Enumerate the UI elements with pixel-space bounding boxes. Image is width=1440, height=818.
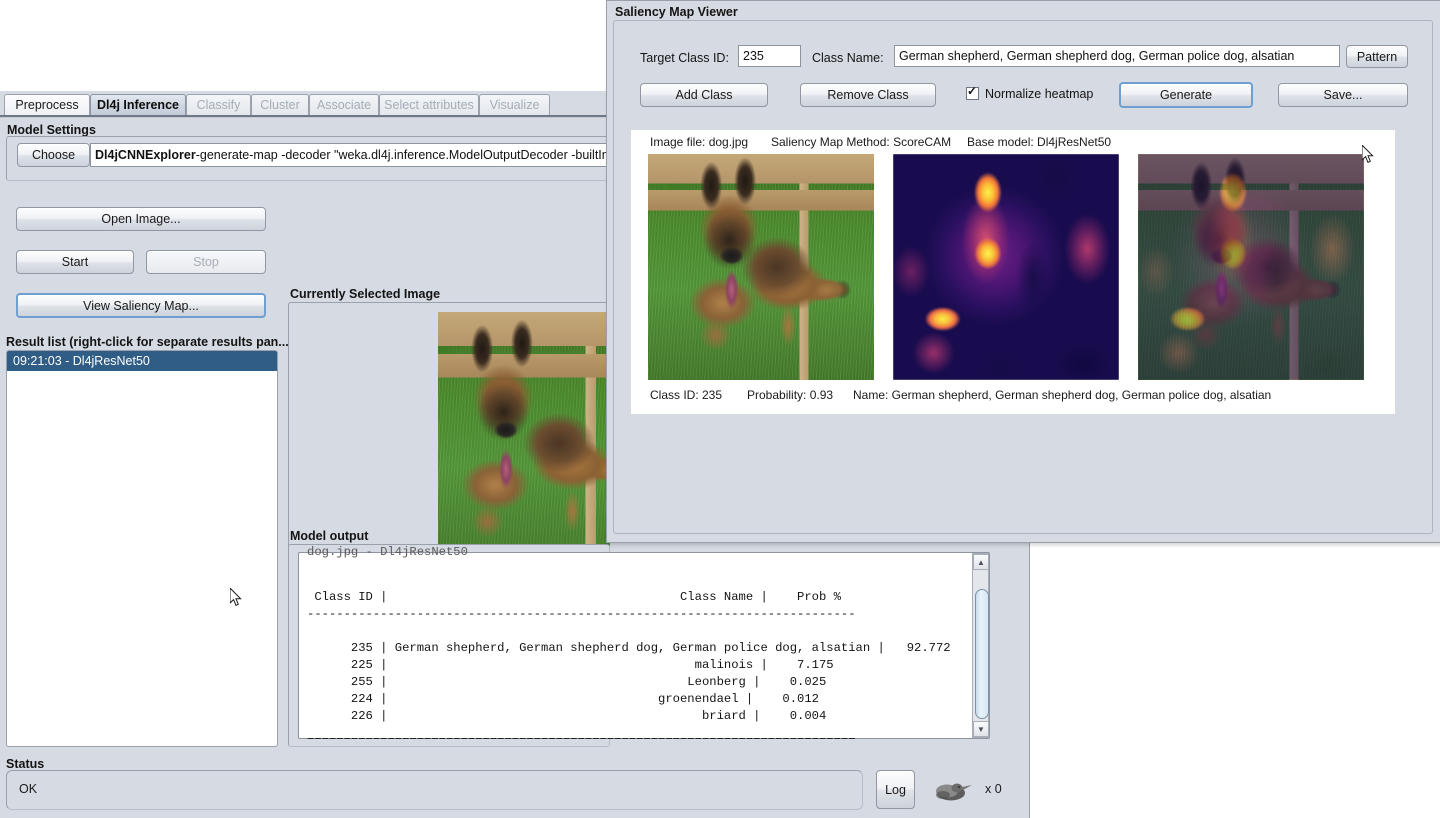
- model-output-clipped-line: dog.jpg - Dl4jResNet50: [307, 545, 468, 559]
- scroll-down-arrow[interactable]: ▼: [973, 721, 989, 737]
- view-saliency-map-button[interactable]: View Saliency Map...: [16, 293, 266, 318]
- remove-class-label: Remove Class: [827, 88, 909, 102]
- status-text: OK: [19, 782, 38, 796]
- heatmap-thumbnail: [893, 154, 1119, 380]
- tab-visualize: Visualize: [479, 94, 550, 115]
- scroll-up-arrow[interactable]: ▲: [973, 554, 989, 570]
- status-label: Status: [6, 757, 45, 771]
- model-command-field[interactable]: Dl4jCNNExplorer -generate-map -decoder "…: [90, 143, 610, 167]
- model-command-bold: Dl4jCNNExplorer: [95, 148, 196, 162]
- log-button-label: Log: [885, 782, 906, 797]
- bird-count-label: x 0: [985, 782, 1002, 796]
- model-output-line: Class ID | Class Name | Prob %: [307, 590, 841, 604]
- start-button[interactable]: Start: [16, 250, 134, 274]
- saliency-image-area: Image file: dog.jpg Saliency Map Method:…: [631, 130, 1395, 414]
- model-output-line: ========================================…: [307, 734, 856, 739]
- model-settings-label: Model Settings: [7, 123, 96, 137]
- choose-button-label: Choose: [31, 148, 76, 162]
- choose-button[interactable]: Choose: [17, 143, 90, 167]
- footer-probability: Probability: 0.93: [747, 388, 834, 402]
- save-label: Save...: [1323, 88, 1363, 102]
- start-label: Start: [61, 255, 89, 269]
- result-list-label: Result list (right-click for separate re…: [6, 335, 289, 349]
- open-image-button[interactable]: Open Image...: [16, 207, 266, 231]
- generate-button[interactable]: Generate: [1119, 82, 1253, 108]
- selected-image-thumbnail: [438, 312, 610, 574]
- normalize-heatmap-label: Normalize heatmap: [985, 87, 1094, 101]
- footer-class-name: Name: German shepherd, German shepherd d…: [853, 388, 1272, 402]
- tab-dl4j-inference-label: Dl4j Inference: [97, 98, 179, 112]
- saliency-window-title: Saliency Map Viewer: [615, 5, 738, 19]
- remove-class-button[interactable]: Remove Class: [800, 83, 936, 107]
- pattern-button[interactable]: Pattern: [1346, 45, 1408, 68]
- pattern-button-label: Pattern: [1356, 49, 1398, 64]
- check-icon: ✓: [967, 84, 978, 98]
- scrollbar-thumb[interactable]: [975, 589, 989, 719]
- selected-image-label: Currently Selected Image: [290, 287, 441, 301]
- model-output-line: 255 | Leonberg | 0.025: [307, 675, 827, 689]
- tab-preprocess-label: Preprocess: [15, 98, 79, 112]
- model-output-line: 226 | briard | 0.004: [307, 709, 827, 723]
- log-button[interactable]: Log: [876, 770, 915, 809]
- tab-classify-label: Classify: [196, 98, 241, 112]
- stop-label: Stop: [193, 255, 219, 269]
- saliency-method-meta: Saliency Map Method: ScoreCAM: [771, 135, 952, 149]
- saliency-window-body: Target Class ID: 235 Class Name: German …: [613, 20, 1433, 534]
- tab-dl4j-inference[interactable]: Dl4j Inference: [90, 94, 186, 115]
- tab-select-attributes: Select attributes: [379, 94, 479, 115]
- list-item[interactable]: 09:21:03 - Dl4jResNet50: [7, 351, 277, 371]
- generate-label: Generate: [1159, 88, 1213, 102]
- model-output-line: ----------------------------------------…: [307, 607, 856, 621]
- open-image-label: Open Image...: [101, 212, 181, 226]
- saliency-map-viewer-window: Saliency Map Viewer Target Class ID: 235…: [606, 0, 1440, 543]
- model-output-scrollbar[interactable]: ▲ ▼: [972, 553, 989, 738]
- stop-button: Stop: [146, 250, 266, 274]
- model-output-textarea[interactable]: dog.jpg - Dl4jResNet50 Class ID | Class …: [298, 545, 990, 739]
- class-name-label: Class Name:: [812, 51, 884, 65]
- tab-cluster: Cluster: [251, 94, 309, 115]
- target-class-id-input[interactable]: 235: [738, 45, 801, 67]
- target-class-id-value: 235: [743, 49, 764, 63]
- target-class-id-label: Target Class ID:: [640, 51, 729, 65]
- add-class-button[interactable]: Add Class: [640, 83, 768, 107]
- image-file-meta: Image file: dog.jpg: [650, 135, 749, 149]
- add-class-label: Add Class: [675, 88, 733, 102]
- weka-bird-icon: [931, 779, 977, 803]
- tab-associate-label: Associate: [316, 98, 372, 112]
- tab-select-attributes-label: Select attributes: [384, 98, 474, 112]
- tab-visualize-label: Visualize: [489, 98, 540, 112]
- class-name-value: German shepherd, German shepherd dog, Ge…: [899, 49, 1295, 63]
- status-bar: OK: [6, 770, 863, 810]
- model-output-label: Model output: [290, 529, 369, 543]
- class-name-input[interactable]: German shepherd, German shepherd dog, Ge…: [894, 45, 1340, 67]
- tab-cluster-label: Cluster: [260, 98, 300, 112]
- original-image-thumbnail: [648, 154, 874, 380]
- model-command-rest: -generate-map -decoder "weka.dl4j.infere…: [195, 148, 610, 162]
- model-output-line: 235 | German shepherd, German shepherd d…: [307, 641, 951, 655]
- save-button[interactable]: Save...: [1278, 83, 1408, 107]
- base-model-meta: Base model: Dl4jResNet50: [967, 135, 1112, 149]
- normalize-heatmap-checkbox[interactable]: ✓: [966, 84, 980, 101]
- tab-preprocess[interactable]: Preprocess: [4, 94, 90, 115]
- view-saliency-map-label: View Saliency Map...: [83, 298, 199, 313]
- footer-class-id: Class ID: 235: [650, 388, 723, 402]
- overlay-thumbnail: [1138, 154, 1364, 380]
- result-list[interactable]: 09:21:03 - Dl4jResNet50: [6, 350, 278, 747]
- model-output-line: 225 | malinois | 7.175: [307, 658, 834, 672]
- tab-associate: Associate: [309, 94, 379, 115]
- tab-classify: Classify: [186, 94, 251, 115]
- model-output-line: 224 | groenendael | 0.012: [307, 692, 819, 706]
